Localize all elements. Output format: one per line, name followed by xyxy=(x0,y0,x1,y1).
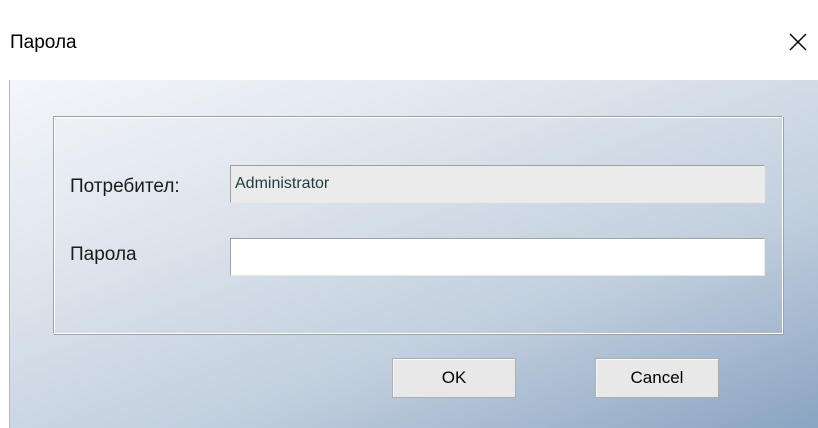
user-label: Потребител: xyxy=(70,176,180,197)
credentials-group xyxy=(53,116,783,334)
close-icon xyxy=(789,33,807,51)
dialog-body: Потребител: Парола OK Cancel xyxy=(9,80,818,428)
close-button[interactable] xyxy=(780,26,816,58)
password-field[interactable] xyxy=(230,238,765,276)
window-title: Парола xyxy=(10,32,77,53)
title-bar[interactable]: Парола xyxy=(0,0,818,80)
user-field[interactable] xyxy=(230,165,765,203)
ok-button[interactable]: OK xyxy=(392,358,516,398)
password-label: Парола xyxy=(70,244,137,265)
password-dialog: Парола Потребител: Парола OK Cancel xyxy=(0,0,818,428)
cancel-button[interactable]: Cancel xyxy=(595,358,719,398)
